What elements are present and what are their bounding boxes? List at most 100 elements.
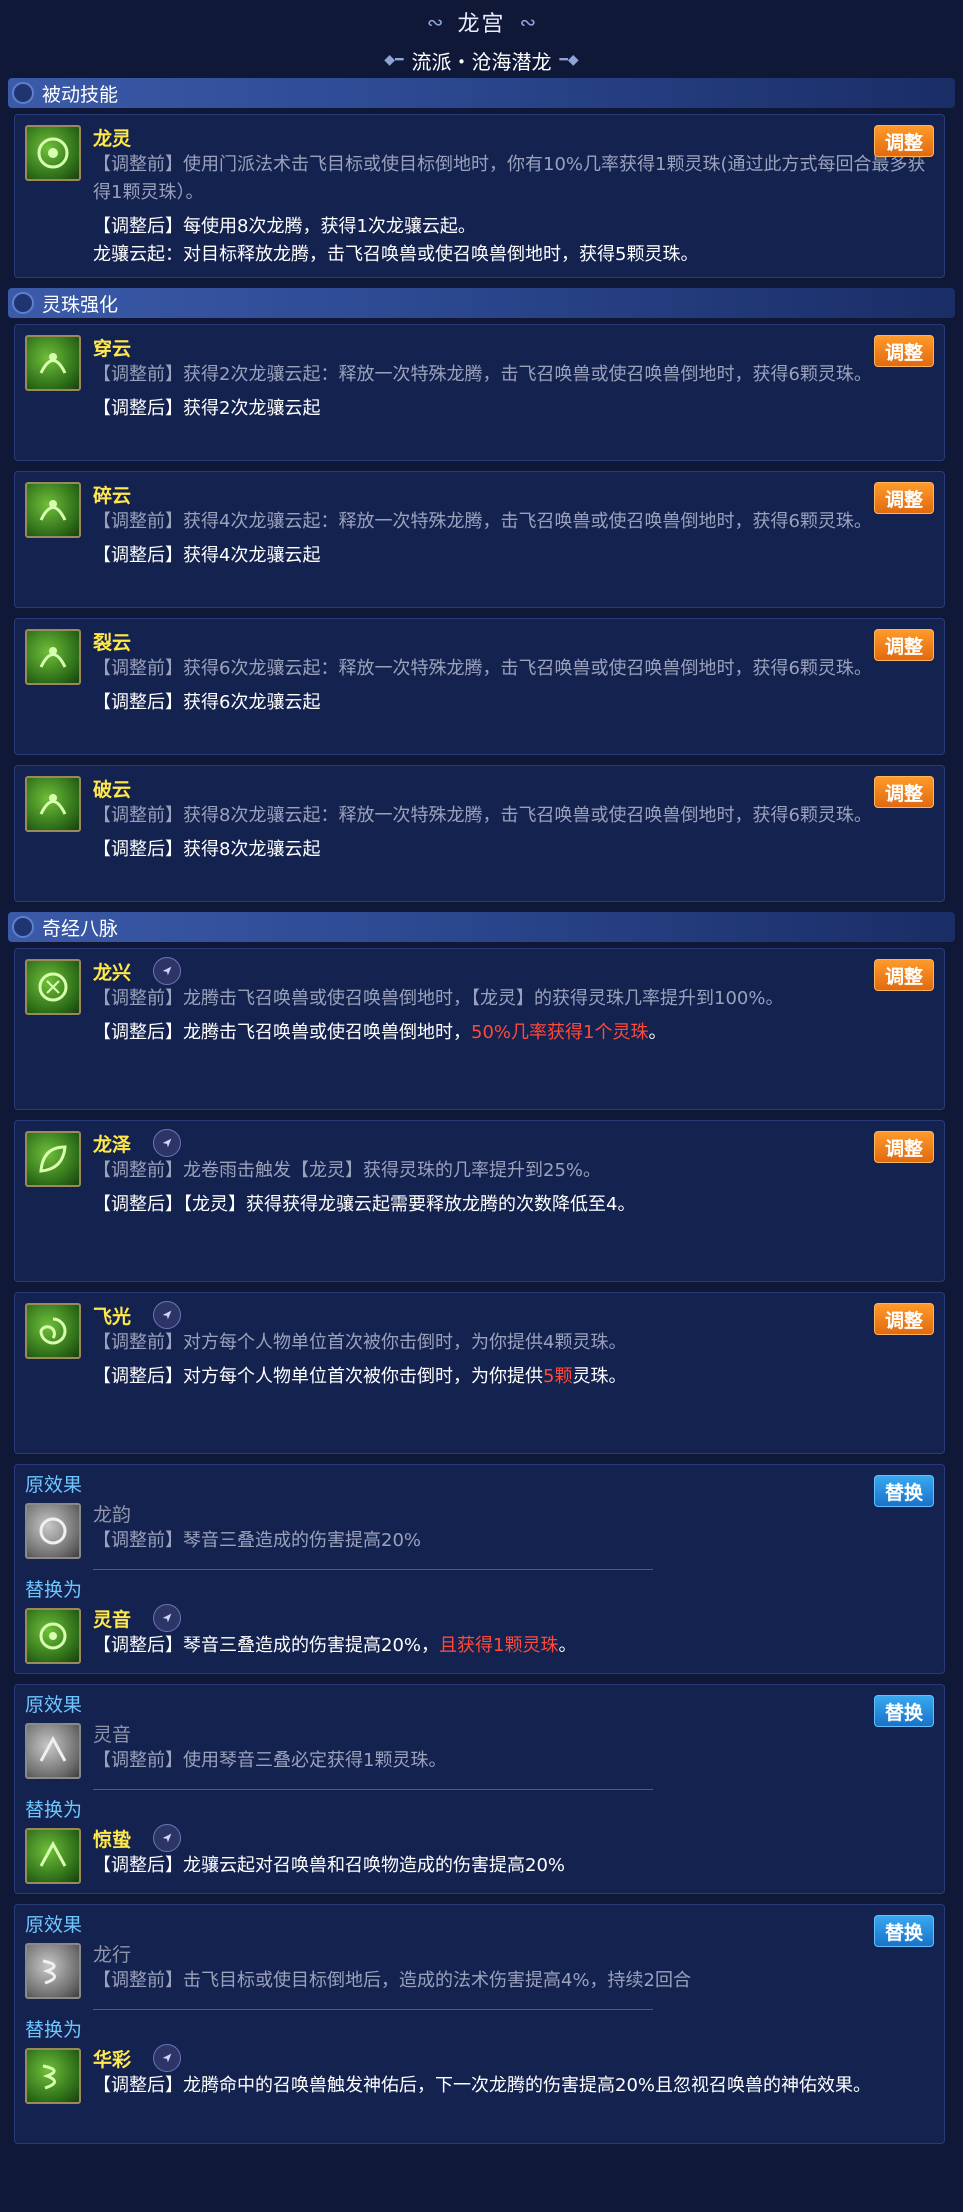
section-passive-header: 被动技能 <box>8 78 955 108</box>
original-effect-label: 原效果 <box>25 1914 83 1936</box>
skill-card-longze: 龙泽 【调整前】龙卷雨击触发【龙灵】获得灵珠的几率提升到25%。 【调整后】【龙… <box>14 1120 945 1282</box>
after-text-b: 灵珠。 <box>572 1366 627 1387</box>
skill-name-row: 惊蛰 <box>93 1824 932 1852</box>
original-effect-label: 原效果 <box>25 1474 83 1496</box>
gray-serpent-icon <box>25 1943 81 1999</box>
new-effect-row: 惊蛰 【调整后】龙骧云起对召唤兽和召唤物造成的伤害提高20% <box>25 1824 932 1888</box>
original-text: 【调整前】击飞目标或使目标倒地后，造成的法术伤害提高4%，持续2回合 <box>93 1970 692 1991</box>
original-skill-name: 龙韵 <box>93 1503 132 1526</box>
after-text-a: 【调整后】龙腾击飞召唤兽或使召唤兽倒地时， <box>93 1022 471 1043</box>
before-text: 【调整前】获得8次龙骧云起：释放一次特殊龙腾，击飞召唤兽或使召唤兽倒地时，获得6… <box>93 805 872 826</box>
new-effect-text: 【调整后】龙骧云起对召唤兽和召唤物造成的伤害提高20% <box>93 1852 932 1880</box>
after-text-b: 。 <box>558 1635 577 1656</box>
skill-card-feiguang: 飞光 【调整前】对方每个人物单位首次被你击倒时，为你提供4颗灵珠。 【调整后】对… <box>14 1292 945 1454</box>
navigate-arrow-icon[interactable] <box>153 2044 182 2072</box>
school-subtitle: 流派・沧海潜龙 <box>411 49 552 74</box>
ornament-right-icon: ━◆ <box>559 52 579 68</box>
navigate-arrow-icon[interactable] <box>153 957 182 985</box>
skill-name: 裂云 <box>93 631 132 654</box>
replace-card-lingyin: 原效果 灵音 【调整前】使用琴音三叠必定获得1颗灵珠。 替换为 惊蛰 【调整后】… <box>14 1684 945 1894</box>
subtitle-bar: ◆━ 流派・沧海潜龙 ━◆ <box>0 44 963 76</box>
replace-button[interactable]: 替换 <box>874 1695 934 1727</box>
skill-card-lieyun: 裂云 【调整前】获得6次龙骧云起：释放一次特殊龙腾，击飞召唤兽或使召唤兽倒地时，… <box>14 618 945 755</box>
section-bead-title: 灵珠强化 <box>42 293 119 316</box>
swirl-right-icon: ∾ <box>519 10 537 34</box>
skill-name-row: 龙泽 <box>93 1129 932 1157</box>
skill-card-suiyun: 碎云 【调整前】获得4次龙骧云起：释放一次特殊龙腾，击飞召唤兽或使召唤兽倒地时，… <box>14 471 945 608</box>
dragon-head-icon <box>25 1828 81 1884</box>
gray-dragon-icon <box>25 1723 81 1779</box>
skill-name-row: 华彩 <box>93 2044 932 2072</box>
navigate-arrow-icon[interactable] <box>153 1301 182 1329</box>
section-dot-icon <box>12 82 34 104</box>
adjust-button[interactable]: 调整 <box>874 1303 934 1335</box>
before-text: 【调整前】获得6次龙骧云起：释放一次特殊龙腾，击飞召唤兽或使召唤兽倒地时，获得6… <box>93 658 872 679</box>
after-text: 【调整后】获得8次龙骧云起 <box>93 839 321 860</box>
original-text: 【调整前】使用琴音三叠必定获得1颗灵珠。 <box>93 1750 447 1771</box>
skill-name: 破云 <box>93 778 132 801</box>
original-effect-label: 原效果 <box>25 1694 83 1716</box>
replace-with-label: 替换为 <box>25 2019 83 2041</box>
after-text: 【调整后】对方每个人物单位首次被你击倒时，为你提供5颗灵珠。 <box>93 1363 932 1391</box>
new-effect-row: 华彩 【调整后】龙腾命中的召唤兽触发神佑后，下一次龙腾的伤害提高20%且忽视召唤… <box>25 2044 932 2108</box>
adjust-button[interactable]: 调整 <box>874 629 934 661</box>
skill-card-longxing: 龙兴 【调整前】龙腾击飞召唤兽或使召唤兽倒地时，【龙灵】的获得灵珠几率提升到10… <box>14 948 945 1110</box>
skill-name-row: 飞光 <box>93 1301 932 1329</box>
skill-card-poyun: 破云 【调整前】获得8次龙骧云起：释放一次特殊龙腾，击飞召唤兽或使召唤兽倒地时，… <box>14 765 945 902</box>
after-text: 【调整后】获得2次龙骧云起 <box>93 398 321 419</box>
skill-name: 龙泽 <box>93 1133 132 1156</box>
original-effect-row: 龙韵 【调整前】琴音三叠造成的伤害提高20% <box>25 1499 932 1563</box>
before-text: 【调整前】对方每个人物单位首次被你击倒时，为你提供4颗灵珠。 <box>93 1332 627 1353</box>
dragon-figure-icon <box>25 2048 81 2104</box>
original-effect-row: 龙行 【调整前】击飞目标或使目标倒地后，造成的法术伤害提高4%，持续2回合 <box>25 1939 932 2003</box>
after-detail-text: 龙骧云起：对目标释放龙腾，击飞召唤兽或使召唤兽倒地时，获得5颗灵珠。 <box>93 244 699 265</box>
navigate-arrow-icon[interactable] <box>153 1129 182 1157</box>
dragon-orb-icon <box>25 1608 81 1664</box>
ornament-left-icon: ◆━ <box>384 52 404 68</box>
original-skill-name: 灵音 <box>93 1723 132 1746</box>
before-text: 【调整前】获得4次龙骧云起：释放一次特殊龙腾，击飞召唤兽或使召唤兽倒地时，获得6… <box>93 511 872 532</box>
leaf-wave-icon <box>25 1131 81 1187</box>
skill-card-longling: 龙灵 【调整前】使用门派法术击飞目标或使目标倒地时，你有10%几率获得1颗灵珠(… <box>14 114 945 278</box>
cloud-figure-icon <box>25 776 81 832</box>
section-dot-icon <box>12 292 34 314</box>
replace-button[interactable]: 替换 <box>874 1475 934 1507</box>
after-text-a: 【调整后】【龙灵】获得获得龙骧云起需要释放龙腾的次数降低至4。 <box>93 1194 636 1215</box>
divider <box>93 1789 653 1790</box>
divider <box>93 2009 653 2010</box>
after-highlight: 5颗 <box>543 1366 573 1387</box>
cloud-figure-icon <box>25 335 81 391</box>
adjust-button[interactable]: 调整 <box>874 1131 934 1163</box>
new-skill-name: 灵音 <box>93 1608 132 1631</box>
after-text-a: 【调整后】对方每个人物单位首次被你击倒时，为你提供 <box>93 1366 543 1387</box>
after-text-a: 【调整后】龙骧云起对召唤兽和召唤物造成的伤害提高20% <box>93 1855 566 1876</box>
navigate-arrow-icon[interactable] <box>153 1604 182 1632</box>
after-text-a: 【调整后】龙腾命中的召唤兽触发神佑后，下一次龙腾的伤害提高20%且忽视召唤兽的神… <box>93 2075 872 2096</box>
after-highlight: 且获得1颗灵珠 <box>439 1635 559 1656</box>
after-text: 【调整后】【龙灵】获得获得龙骧云起需要释放龙腾的次数降低至4。 <box>93 1191 932 1219</box>
skill-name: 穿云 <box>93 337 132 360</box>
section-bead-header: 灵珠强化 <box>8 288 955 318</box>
skill-name: 龙兴 <box>93 961 132 984</box>
swirl-left-icon: ∾ <box>426 10 444 34</box>
adjust-button[interactable]: 调整 <box>874 125 934 157</box>
replace-button[interactable]: 替换 <box>874 1915 934 1947</box>
section-dot-icon <box>12 916 34 938</box>
before-text: 【调整前】龙腾击飞召唤兽或使召唤兽倒地时，【龙灵】的获得灵珠几率提升到100%。 <box>93 988 784 1009</box>
divider <box>93 1569 653 1570</box>
adjust-button[interactable]: 调整 <box>874 959 934 991</box>
skill-name-row: 灵音 <box>93 1604 932 1632</box>
gray-dragon-icon <box>25 1503 81 1559</box>
adjust-button[interactable]: 调整 <box>874 776 934 808</box>
adjust-button[interactable]: 调整 <box>874 335 934 367</box>
navigate-arrow-icon[interactable] <box>153 1824 182 1852</box>
replace-with-label: 替换为 <box>25 1799 83 1821</box>
cloud-figure-icon <box>25 629 81 685</box>
dragon-scale-icon <box>25 959 81 1015</box>
title-bar: ∾ 龙宫 ∾ <box>0 0 963 44</box>
replace-card-longxing2: 原效果 龙行 【调整前】击飞目标或使目标倒地后，造成的法术伤害提高4%，持续2回… <box>14 1904 945 2144</box>
adjust-button[interactable]: 调整 <box>874 482 934 514</box>
after-text: 【调整后】获得6次龙骧云起 <box>93 692 321 713</box>
original-skill-name: 龙行 <box>93 1943 132 1966</box>
section-passive-title: 被动技能 <box>42 83 119 106</box>
